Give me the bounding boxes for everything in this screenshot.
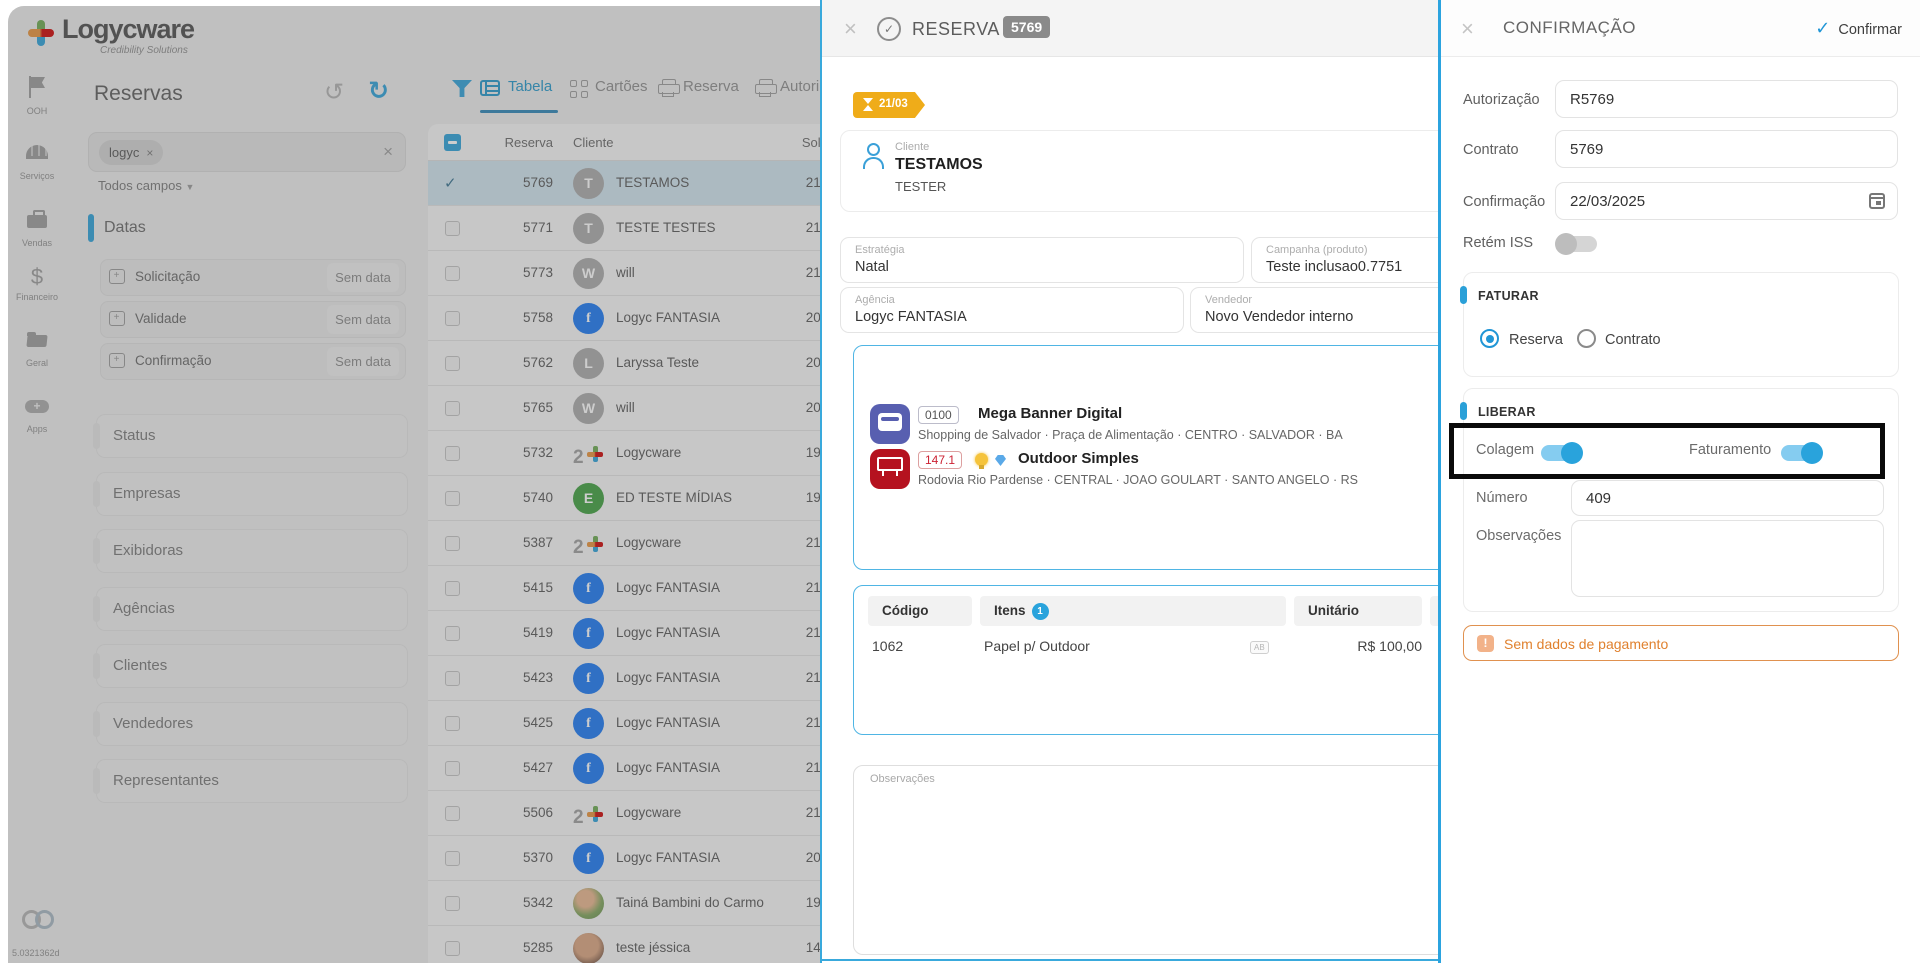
liberar-observacoes-label: Observações	[1476, 528, 1561, 544]
campanha-field[interactable]: Campanha (produto)Teste inclusao0.7751	[1251, 237, 1440, 283]
modal-close-icon[interactable]: ×	[844, 16, 857, 42]
numero-input[interactable]: 409	[1571, 480, 1884, 516]
media-item[interactable]: 147.1 Outdoor Simples Rodovia Rio Pardense…	[870, 449, 1440, 493]
item-name: Papel p/ Outdoor	[984, 638, 1090, 654]
items-col-unitario: Unitário	[1294, 596, 1422, 626]
media-location: Rodovia Rio Pardense · CENTRAL · JOAO GO…	[918, 473, 1358, 487]
radio-contrato[interactable]	[1577, 329, 1596, 348]
autorizacao-label: Autorização	[1463, 92, 1540, 108]
liberar-accent-bar	[1460, 402, 1467, 420]
retem-iss-toggle[interactable]	[1557, 236, 1597, 252]
items-col-codigo: Código	[868, 596, 972, 626]
confirm-button[interactable]: ✓Confirmar	[1815, 18, 1902, 39]
media-name: Mega Banner Digital	[978, 405, 1122, 422]
contrato-input[interactable]: 5769	[1555, 130, 1898, 168]
item-codigo: 1062	[872, 638, 903, 654]
confirmation-panel: × CONFIRMAÇÃO ✓Confirmar Autorização R57…	[1438, 0, 1920, 963]
annotation-highlight-rect	[1449, 423, 1885, 479]
media-items-box: 0100 Mega Banner Digital Shopping de Salva…	[853, 345, 1440, 570]
items-table-box: Código Itens1 Unitário C 1062 Papel p/ O…	[853, 585, 1440, 735]
faturar-accent-bar	[1460, 286, 1467, 304]
confirmation-title: CONFIRMAÇÃO	[1503, 18, 1636, 38]
reserva-number-badge: 5769	[1003, 16, 1050, 38]
calendar-icon[interactable]	[1869, 193, 1885, 209]
reserva-modal: × ✓ RESERVA 5769 21/03 Cliente TESTAMOS …	[820, 0, 1440, 963]
contrato-label: Contrato	[1463, 142, 1519, 158]
items-col-itens: Itens1	[980, 596, 1286, 626]
seal-check-icon: ✓	[877, 17, 901, 41]
ab-chip: AB	[1250, 641, 1269, 654]
media-code-badge: 0100	[918, 406, 959, 424]
media-name: Outdoor Simples	[1018, 450, 1139, 467]
radio-reserva[interactable]	[1480, 329, 1499, 348]
media-location: Shopping de Salvador · Praça de Alimenta…	[918, 428, 1343, 442]
vendedor-field[interactable]: VendedorNovo Vendedor interno	[1190, 287, 1440, 333]
modal-header: × ✓ RESERVA 5769	[822, 0, 1440, 57]
liberar-observacoes-textarea[interactable]	[1571, 520, 1884, 597]
diamond-icon	[995, 455, 1006, 466]
radio-reserva-label[interactable]: Reserva	[1509, 332, 1563, 348]
item-unitario: R$ 100,00	[1294, 638, 1422, 654]
confirmation-close-icon[interactable]: ×	[1461, 16, 1474, 42]
items-count-badge: 1	[1032, 603, 1049, 620]
digital-panel-icon	[870, 404, 910, 444]
agencia-field[interactable]: AgênciaLogyc FANTASIA	[840, 287, 1184, 333]
confirmacao-label: Confirmação	[1463, 194, 1545, 210]
person-icon	[861, 143, 885, 169]
faturar-card: FATURAR Reserva Contrato	[1463, 272, 1899, 377]
hourglass-icon	[863, 98, 873, 111]
media-item[interactable]: 0100 Mega Banner Digital Shopping de Salva…	[870, 404, 1440, 448]
date-ribbon: 21/03	[853, 92, 925, 118]
billboard-icon	[870, 449, 910, 489]
modal-dim-overlay	[8, 6, 820, 963]
check-icon: ✓	[1815, 18, 1830, 38]
media-code-badge: 147.1	[918, 451, 962, 469]
confirmacao-date-input[interactable]: 22/03/2025	[1555, 182, 1898, 220]
lightbulb-icon	[975, 453, 988, 466]
retem-iss-label: Retém ISS	[1463, 235, 1533, 251]
confirmation-header: × CONFIRMAÇÃO ✓Confirmar	[1441, 0, 1920, 57]
warning-icon: !	[1477, 635, 1494, 652]
liberar-title: LIBERAR	[1478, 405, 1536, 419]
payment-warning: ! Sem dados de pagamento	[1463, 625, 1899, 661]
client-label: Cliente	[895, 141, 929, 153]
autorizacao-input[interactable]: R5769	[1555, 80, 1898, 118]
modal-title: RESERVA	[912, 19, 1000, 40]
screen: Logycware Credibility Solutions OOHServi…	[0, 0, 1920, 963]
radio-contrato-label[interactable]: Contrato	[1605, 332, 1661, 348]
estrategia-field[interactable]: EstratégiaNatal	[840, 237, 1244, 283]
client-card: Cliente TESTAMOS TESTER	[840, 130, 1440, 212]
client-subname: TESTER	[895, 179, 946, 194]
observacoes-box[interactable]: Observações	[853, 765, 1440, 955]
client-name: TESTAMOS	[895, 156, 983, 174]
faturar-title: FATURAR	[1478, 289, 1539, 303]
warning-text: Sem dados de pagamento	[1504, 636, 1668, 652]
numero-label: Número	[1476, 490, 1528, 506]
